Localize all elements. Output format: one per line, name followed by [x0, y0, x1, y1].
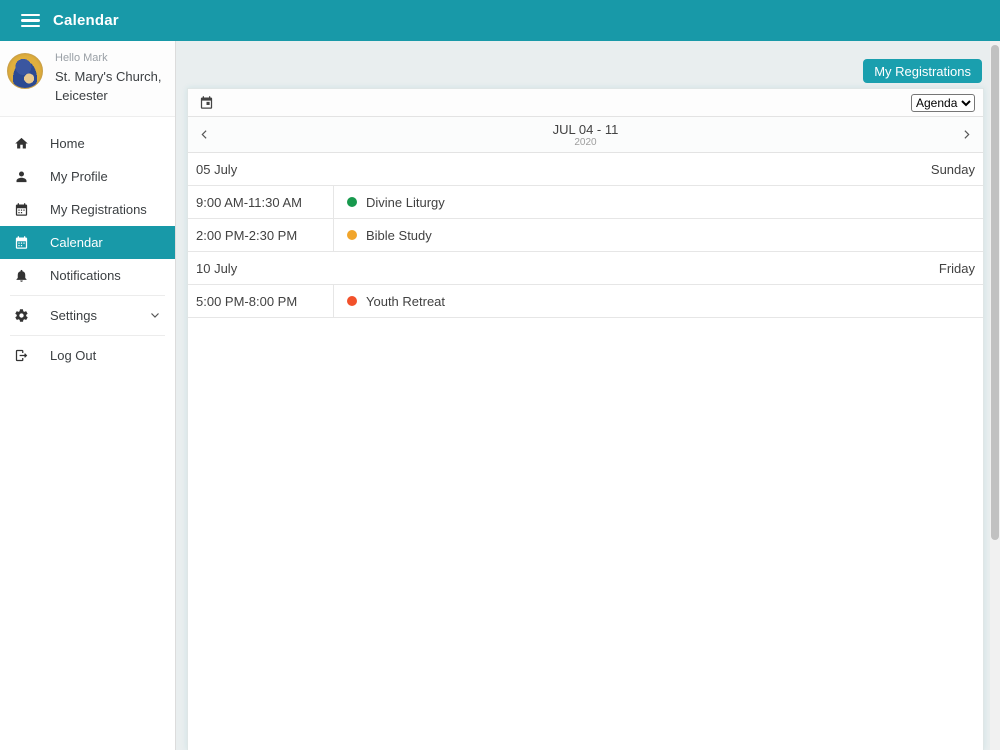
calendar-today-button[interactable]: [196, 93, 216, 113]
logout-icon: [14, 348, 29, 363]
scheduler-card: Agenda JUL 04 - 11 2020 05 July Sunday 9…: [187, 88, 984, 750]
sidebar-item-label: Calendar: [50, 234, 103, 250]
sidebar: Hello Mark St. Mary's Church, Leicester …: [0, 41, 176, 750]
date-year: 2020: [574, 136, 597, 148]
event-title: Divine Liturgy: [366, 194, 445, 210]
app-header: Calendar: [0, 0, 1000, 41]
prev-week-button[interactable]: [188, 117, 228, 152]
agenda-event-row[interactable]: 2:00 PM-2:30 PM Bible Study: [188, 219, 983, 252]
event-color-dot: [347, 197, 357, 207]
my-registrations-button[interactable]: My Registrations: [863, 59, 982, 83]
chevron-down-icon: [149, 309, 161, 321]
next-week-button[interactable]: [943, 117, 983, 152]
app-title: Calendar: [53, 12, 119, 29]
event-color-dot: [347, 296, 357, 306]
scrollbar-track[interactable]: [990, 41, 1000, 750]
bell-icon: [14, 268, 29, 283]
scrollbar-thumb[interactable]: [991, 45, 999, 540]
profile-greeting: Hello Mark: [55, 52, 108, 64]
agenda-date-row: 10 July Friday: [188, 252, 983, 285]
calendar-icon: [14, 235, 29, 250]
event-title: Bible Study: [366, 227, 432, 243]
home-icon: [14, 136, 29, 151]
sidebar-item-notifications[interactable]: Notifications: [0, 259, 175, 292]
person-icon: [14, 169, 29, 184]
profile-org-line2: Leicester: [55, 88, 108, 103]
gear-icon: [14, 308, 29, 323]
calendar-today-icon: [199, 95, 214, 110]
sidebar-item-my-profile[interactable]: My Profile: [0, 160, 175, 193]
sidebar-item-home[interactable]: Home: [0, 127, 175, 160]
agenda-date: 05 July: [196, 161, 238, 177]
chevron-right-icon: [964, 130, 970, 139]
date-range: JUL 04 - 11: [552, 121, 619, 137]
agenda-event-row[interactable]: 9:00 AM-11:30 AM Divine Liturgy: [188, 186, 983, 219]
sidebar-item-log-out[interactable]: Log Out: [0, 339, 175, 372]
sidebar-item-label: Notifications: [50, 267, 121, 283]
profile-section: Hello Mark St. Mary's Church, Leicester: [0, 41, 175, 117]
sidebar-item-label: Settings: [50, 307, 97, 323]
agenda-day: Sunday: [930, 161, 975, 177]
scheduler-nav: JUL 04 - 11 2020: [188, 117, 983, 153]
divider: [10, 294, 165, 296]
event-color-dot: [347, 230, 357, 240]
sidebar-item-my-registrations[interactable]: My Registrations: [0, 193, 175, 226]
sidebar-item-label: My Registrations: [50, 201, 147, 217]
calendar-icon: [14, 202, 29, 217]
agenda-date: 10 July: [196, 260, 238, 276]
sidebar-nav: Home My Profile My Registrations Calenda…: [0, 117, 175, 372]
chevron-left-icon: [201, 130, 207, 139]
sidebar-item-calendar[interactable]: Calendar: [0, 225, 175, 259]
profile-org-line1: St. Mary's Church,: [55, 68, 162, 84]
date-range-title: JUL 04 - 11 2020: [188, 117, 983, 152]
sidebar-item-settings[interactable]: Settings: [0, 299, 175, 332]
agenda-day: Friday: [938, 260, 975, 276]
avatar: [7, 53, 43, 89]
event-time: 2:00 PM-2:30 PM: [188, 219, 334, 251]
sidebar-item-label: My Profile: [50, 168, 108, 184]
divider: [10, 334, 165, 336]
menu-icon[interactable]: [21, 13, 40, 28]
view-select[interactable]: Agenda: [911, 93, 975, 112]
main-content: My Registrations Agenda JUL 04 - 11 2020: [176, 41, 1000, 750]
sidebar-item-label: Log Out: [50, 347, 97, 363]
event-title: Youth Retreat: [366, 293, 446, 309]
sidebar-item-label: Home: [50, 135, 85, 151]
event-time: 5:00 PM-8:00 PM: [188, 285, 334, 317]
agenda-date-row: 05 July Sunday: [188, 153, 983, 186]
agenda-event-row[interactable]: 5:00 PM-8:00 PM Youth Retreat: [188, 285, 983, 318]
event-time: 9:00 AM-11:30 AM: [188, 186, 334, 218]
scheduler-toolbar: Agenda: [188, 89, 983, 117]
